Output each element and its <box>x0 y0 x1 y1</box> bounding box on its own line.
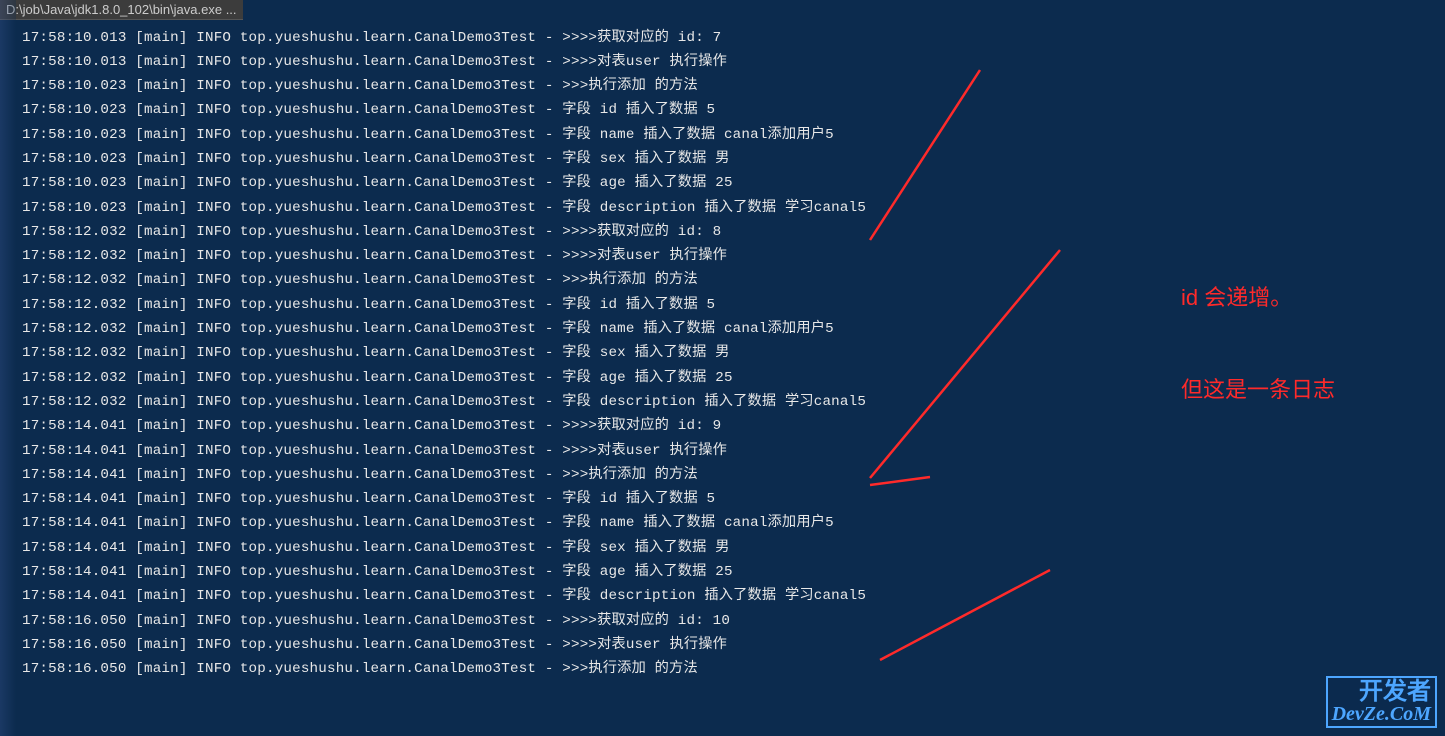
log-line: 17:58:14.041 [main] INFO top.yueshushu.l… <box>22 536 1425 560</box>
log-line: 17:58:14.041 [main] INFO top.yueshushu.l… <box>22 512 1425 536</box>
log-line: 17:58:14.041 [main] INFO top.yueshushu.l… <box>22 488 1425 512</box>
watermark-line2: DevZe.CoM <box>1332 704 1431 724</box>
watermark-line1: 开发者 <box>1332 680 1431 704</box>
log-line: 17:58:10.023 [main] INFO top.yueshushu.l… <box>22 123 1425 147</box>
title-text: D:\job\Java\jdk1.8.0_102\bin\java.exe ..… <box>6 2 237 17</box>
window-title-bar: D:\job\Java\jdk1.8.0_102\bin\java.exe ..… <box>0 0 243 20</box>
log-line: 17:58:10.023 [main] INFO top.yueshushu.l… <box>22 196 1425 220</box>
log-line: 17:58:16.050 [main] INFO top.yueshushu.l… <box>22 658 1425 682</box>
log-line: 17:58:14.041 [main] INFO top.yueshushu.l… <box>22 561 1425 585</box>
annotation-text-2: 但这是一条日志 <box>1181 372 1335 404</box>
log-line: 17:58:10.023 [main] INFO top.yueshushu.l… <box>22 75 1425 99</box>
annotation-text-1: id 会递增。 <box>1181 280 1335 312</box>
watermark: 开发者 DevZe.CoM <box>1326 676 1437 728</box>
log-line: 17:58:10.023 [main] INFO top.yueshushu.l… <box>22 172 1425 196</box>
log-line: 17:58:10.023 [main] INFO top.yueshushu.l… <box>22 99 1425 123</box>
log-line: 17:58:10.013 [main] INFO top.yueshushu.l… <box>22 26 1425 50</box>
log-line: 17:58:12.032 [main] INFO top.yueshushu.l… <box>22 220 1425 244</box>
annotation-overlay: id 会递增。 但这是一条日志 <box>1181 280 1335 464</box>
log-line: 17:58:10.013 [main] INFO top.yueshushu.l… <box>22 50 1425 74</box>
log-line: 17:58:10.023 [main] INFO top.yueshushu.l… <box>22 147 1425 171</box>
log-line: 17:58:12.032 [main] INFO top.yueshushu.l… <box>22 245 1425 269</box>
log-line: 17:58:14.041 [main] INFO top.yueshushu.l… <box>22 463 1425 487</box>
log-line: 17:58:14.041 [main] INFO top.yueshushu.l… <box>22 585 1425 609</box>
left-gutter <box>0 0 16 736</box>
log-line: 17:58:16.050 [main] INFO top.yueshushu.l… <box>22 633 1425 657</box>
log-line: 17:58:16.050 [main] INFO top.yueshushu.l… <box>22 609 1425 633</box>
